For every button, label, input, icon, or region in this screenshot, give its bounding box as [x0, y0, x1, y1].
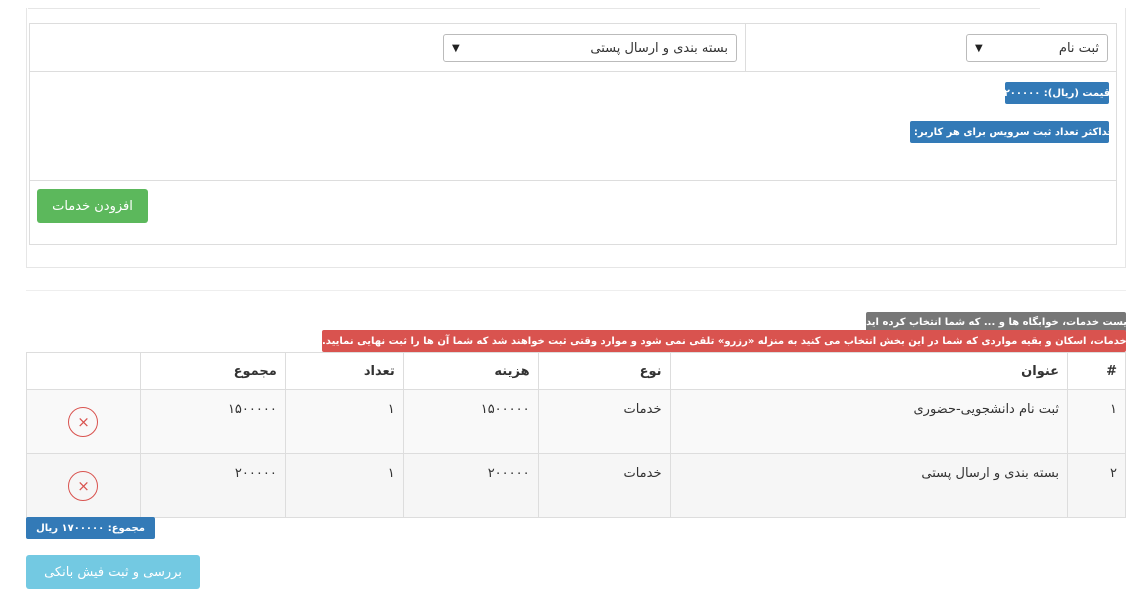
table-row: ۲ بسته بندی و ارسال پستی خدمات ۲۰۰۰۰۰ ۱ … [26, 453, 1126, 518]
row-title: ثبت نام دانشجویی-حضوری [669, 389, 1069, 454]
table-header-row: # عنوان نوع هزینه تعداد مجموع [26, 352, 1126, 390]
remove-icon[interactable]: × [68, 470, 99, 501]
row-index: ۱ [1067, 389, 1126, 454]
row-type: خدمات [537, 389, 671, 454]
reservation-warning: توجه کنید که خدمات، اسکان و بقیه مواردی … [322, 330, 1126, 352]
section-separator [26, 290, 1126, 291]
header-index: # [1067, 352, 1126, 390]
row-total: ۱۵۰۰۰۰۰ [139, 389, 286, 454]
service-select-value: بسته بندی و ارسال پستی [590, 40, 728, 56]
row-count: ۱ [284, 453, 404, 518]
type-select[interactable]: ثبت نام ▼ [966, 34, 1108, 62]
row-index: ۲ [1067, 453, 1126, 518]
remove-icon[interactable]: × [68, 406, 99, 437]
total-label: مجموع: ۱۷۰۰۰۰۰ ریال [26, 517, 155, 539]
chevron-down-icon: ▼ [452, 42, 460, 54]
review-submit-button[interactable]: بررسی و ثبت فیش بانکی [26, 555, 200, 589]
row-actions: × [26, 453, 141, 518]
row-type: خدمات [537, 453, 671, 518]
type-select-value: ثبت نام [1058, 40, 1099, 56]
price-label: قیمت (ریال): ۲۰۰۰۰۰ [1004, 82, 1110, 104]
service-select[interactable]: بسته بندی و ارسال پستی ▼ [443, 34, 737, 62]
row-total: ۲۰۰۰۰۰ [139, 453, 286, 518]
form-col-divider [745, 24, 746, 71]
add-service-button[interactable]: افزودن خدمات [37, 189, 148, 223]
header-count: تعداد [284, 352, 404, 390]
form-row-divider [30, 180, 1116, 181]
selected-list-title: لیست خدمات، خوابگاه ها و ... که شما انتخ… [866, 312, 1131, 332]
row-cost: ۱۵۰۰۰۰۰ [402, 389, 539, 454]
row-cost: ۲۰۰۰۰۰ [402, 453, 539, 518]
row-title: بسته بندی و ارسال پستی [669, 453, 1069, 518]
max-per-user-label: حداکثر تعداد ثبت سرویس برای هر کاربر: ۱ [904, 121, 1115, 143]
row-actions: × [26, 389, 141, 454]
row-count: ۱ [284, 389, 404, 454]
form-row-divider [30, 71, 1116, 72]
table-row: ۱ ثبت نام دانشجویی-حضوری خدمات ۱۵۰۰۰۰۰ ۱… [26, 389, 1126, 454]
header-total: مجموع [139, 352, 286, 390]
header-actions [26, 352, 141, 390]
services-table: # عنوان نوع هزینه تعداد مجموع ۱ ثبت نام … [26, 352, 1126, 518]
chevron-down-icon: ▼ [975, 42, 983, 54]
header-title: عنوان [669, 352, 1069, 390]
header-type: نوع [537, 352, 671, 390]
header-cost: هزینه [402, 352, 539, 390]
